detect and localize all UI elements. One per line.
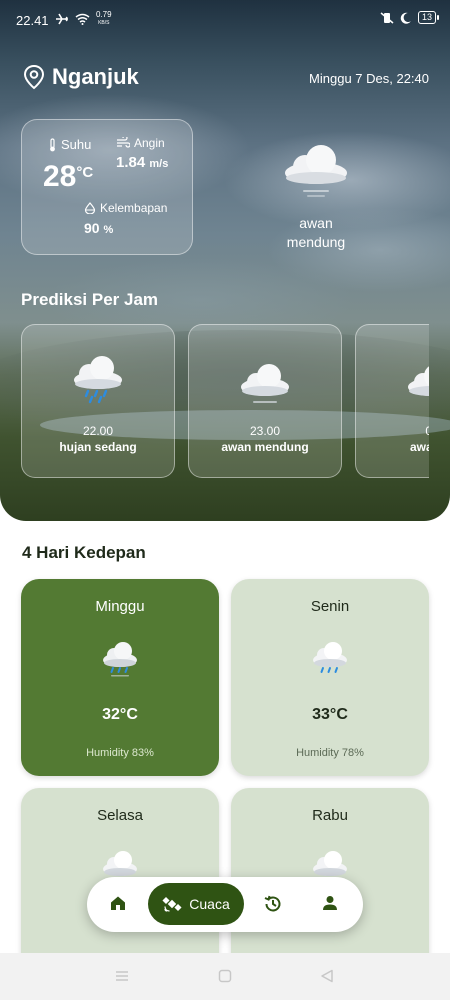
rain-cloud-icon — [71, 355, 125, 410]
daily-temp: 33°C — [312, 706, 348, 723]
hourly-forecast-title: Prediksi Per Jam — [21, 290, 159, 309]
menu-icon[interactable] — [115, 969, 129, 988]
hourly-card[interactable]: 00 awan m — [355, 324, 429, 478]
hourly-card[interactable]: 23.00 awan mendung — [188, 324, 342, 478]
daily-temp: 32°C — [102, 706, 138, 723]
system-navigation-bar — [0, 953, 450, 1000]
hourly-description: awan mendung — [221, 440, 309, 454]
humidity-icon — [84, 202, 96, 214]
location-pin-icon — [23, 64, 45, 90]
cloud-icon — [406, 363, 429, 412]
satellite-icon — [162, 896, 182, 912]
temperature-value: 28°C — [43, 160, 94, 193]
history-icon[interactable] — [263, 894, 283, 919]
status-bar: 22.41 0.79 KB/S 13 — [0, 0, 450, 36]
location-header[interactable]: Nganjuk — [22, 64, 139, 90]
hourly-card[interactable]: 22.00 hujan sedang — [21, 324, 175, 478]
moon-icon — [400, 12, 411, 24]
hourly-description: hujan sedang — [59, 440, 137, 454]
rain-cloud-icon — [100, 640, 140, 685]
battery-indicator: 13 — [417, 11, 440, 24]
bottom-navigation: Cuaca — [87, 877, 363, 932]
daily-day: Rabu — [312, 807, 348, 824]
status-time: 22.41 — [16, 13, 49, 28]
thermometer-icon — [50, 137, 55, 151]
wind-label: Angin — [134, 136, 165, 150]
nav-weather-button[interactable]: Cuaca — [148, 883, 244, 925]
daily-forecast-title: 4 Hari Kedepan — [22, 543, 146, 562]
current-datetime: Minggu 7 Des, 22:40 — [309, 71, 429, 86]
wifi-icon — [75, 13, 90, 25]
wind-value: 1.84 m/s — [116, 154, 169, 171]
daily-card-senin[interactable]: Senin 33°C Humidity 78% — [231, 579, 429, 776]
daily-humidity: Humidity 83% — [86, 747, 154, 759]
vibrate-off-icon — [380, 11, 394, 24]
network-speed: 0.79 KB/S — [96, 10, 112, 27]
daily-day: Senin — [310, 598, 350, 615]
location-name: Nganjuk — [52, 64, 139, 89]
home-icon[interactable] — [109, 894, 127, 917]
hourly-time: 23.00 — [249, 424, 281, 438]
current-description: awan mendung — [286, 215, 346, 250]
daily-humidity: Humidity 78% — [296, 747, 364, 759]
nav-weather-label: Cuaca — [189, 896, 230, 912]
hourly-description: awan m — [409, 440, 429, 454]
daily-day: Selasa — [97, 807, 143, 824]
temperature-label: Suhu — [61, 137, 92, 152]
humidity-value: 90 % — [84, 220, 114, 236]
back-icon[interactable] — [320, 969, 334, 988]
cloud-icon — [239, 363, 291, 412]
current-conditions-card: Suhu 28°C Angin 1.84 m/s Kelembapan 90 % — [21, 119, 193, 255]
hourly-forecast-list[interactable]: 22.00 hujan sedang 23.00 awan mendung 00 — [21, 324, 429, 478]
daily-day: Minggu — [95, 598, 145, 615]
daily-card-minggu[interactable]: Minggu 32°C Humidity 83% — [21, 579, 219, 776]
airplane-icon — [56, 13, 68, 25]
hourly-time: 22.00 — [82, 424, 114, 438]
rain-cloud-icon — [310, 640, 350, 685]
hourly-time: 00 — [425, 424, 429, 438]
profile-icon[interactable] — [322, 895, 338, 916]
cloud-icon — [283, 143, 349, 204]
humidity-label: Kelembapan — [100, 201, 168, 215]
home-button-icon[interactable] — [218, 969, 232, 988]
wind-icon — [117, 137, 130, 148]
